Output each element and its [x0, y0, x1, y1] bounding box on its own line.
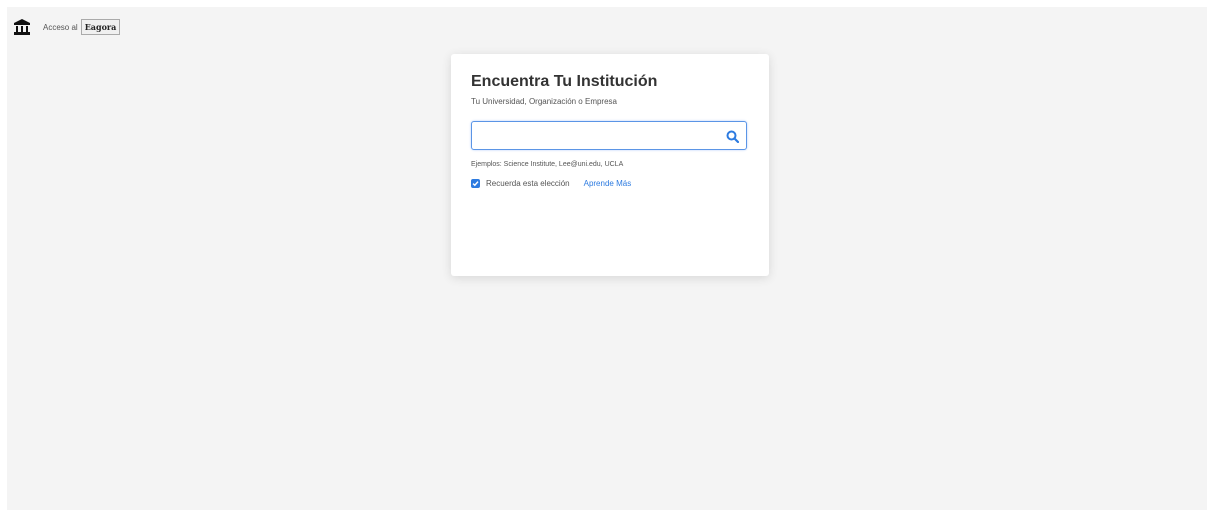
- search-box: [471, 121, 747, 150]
- access-label: Acceso al: [43, 22, 78, 32]
- search-button[interactable]: [722, 126, 742, 146]
- top-bar: Acceso al Eagora: [12, 17, 121, 37]
- check-icon: [472, 181, 479, 187]
- remember-row: Recuerda esta elección Aprende Más: [471, 179, 631, 188]
- institution-search-input[interactable]: [478, 126, 718, 145]
- institution-icon: [12, 17, 32, 37]
- search-icon: [726, 130, 739, 143]
- search-examples: Ejemplos: Science Institute, Lee@uni.edu…: [471, 161, 624, 168]
- card-title: Encuentra Tu Institución: [471, 73, 658, 90]
- brand-badge: Eagora: [80, 19, 121, 35]
- remember-checkbox[interactable]: [471, 179, 480, 188]
- institution-finder-card: Encuentra Tu Institución Tu Universidad,…: [451, 54, 769, 276]
- learn-more-link[interactable]: Aprende Más: [584, 179, 632, 188]
- page-background: Acceso al Eagora Encuentra Tu Institució…: [7, 7, 1207, 510]
- card-subtitle: Tu Universidad, Organización o Empresa: [471, 97, 617, 106]
- remember-label[interactable]: Recuerda esta elección: [486, 179, 570, 188]
